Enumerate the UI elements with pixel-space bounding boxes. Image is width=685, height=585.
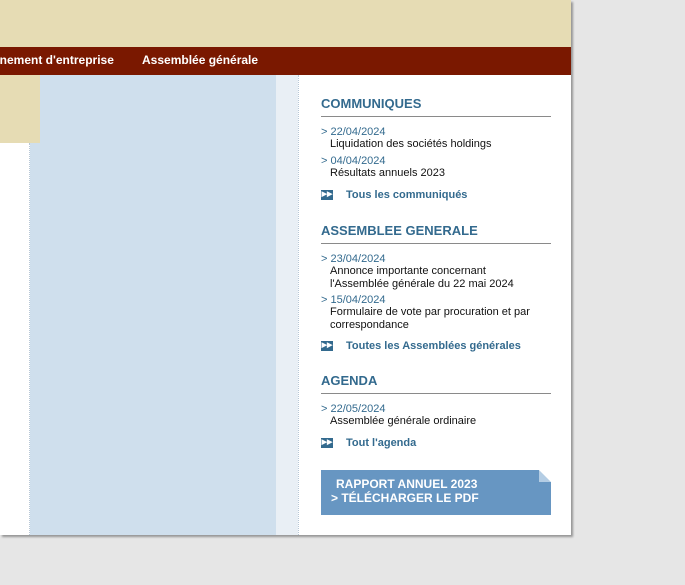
folded-corner-icon [539, 470, 551, 482]
annual-report-title: RAPPORT ANNUEL 2023 [336, 477, 478, 491]
right-divider [298, 75, 299, 535]
communique-date[interactable]: > 22/04/2024 [321, 126, 386, 138]
agenda-title: AGENDA [321, 373, 551, 394]
assemblee-text-line: correspondance [330, 319, 409, 331]
assemblee-text[interactable]: Formulaire de vote par procuration et pa… [330, 306, 550, 332]
all-assemblees-link[interactable]: ▶▶ Toutes les Assemblées générales [321, 340, 521, 352]
assemblee-title: ASSEMBLEE GENERALE [321, 223, 551, 244]
double-arrow-right-icon: ▶▶ [321, 190, 333, 201]
all-communiques-label: Tous les communiqués [346, 189, 468, 201]
assemblee-date[interactable]: > 23/04/2024 [321, 253, 386, 265]
nav-item-gouvernement[interactable]: rnement d'entreprise [0, 53, 114, 67]
download-pdf-label: > TÉLÉCHARGER LE PDF [331, 491, 479, 505]
all-communiques-link[interactable]: ▶▶ Tous les communiqués [321, 189, 467, 201]
annual-report-download-button[interactable]: RAPPORT ANNUEL 2023 > TÉLÉCHARGER LE PDF [321, 470, 551, 515]
double-arrow-right-icon: ▶▶ [321, 438, 333, 449]
main-nav: rnement d'entreprise Assemblée générale [0, 47, 571, 75]
content-column [30, 75, 276, 535]
all-agenda-link[interactable]: ▶▶ Tout l'agenda [321, 437, 416, 449]
left-beige-block [0, 75, 40, 143]
communique-text[interactable]: Liquidation des sociétés holdings [330, 138, 550, 151]
nav-item-assemblee[interactable]: Assemblée générale [142, 53, 258, 67]
communique-text[interactable]: Résultats annuels 2023 [330, 167, 550, 180]
communique-date[interactable]: > 04/04/2024 [321, 155, 386, 167]
assemblee-text-line: Annonce importante concernant [330, 265, 486, 277]
assemblee-text-line: Formulaire de vote par procuration et pa… [330, 306, 530, 318]
double-arrow-right-icon: ▶▶ [321, 341, 333, 352]
agenda-text[interactable]: Assemblée générale ordinaire [330, 415, 550, 428]
assemblee-date[interactable]: > 15/04/2024 [321, 294, 386, 306]
column-gap [276, 75, 298, 535]
assemblee-text-line: l'Assemblée générale du 22 mai 2024 [330, 278, 514, 290]
header-band [0, 0, 571, 47]
all-assemblees-label: Toutes les Assemblées générales [346, 340, 521, 352]
assemblee-text[interactable]: Annonce importante concernant l'Assemblé… [330, 265, 550, 291]
left-divider [29, 143, 30, 535]
agenda-date[interactable]: > 22/05/2024 [321, 403, 386, 415]
page: rnement d'entreprise Assemblée générale … [0, 0, 571, 535]
communiques-title: COMMUNIQUES [321, 96, 551, 117]
all-agenda-label: Tout l'agenda [346, 437, 417, 449]
